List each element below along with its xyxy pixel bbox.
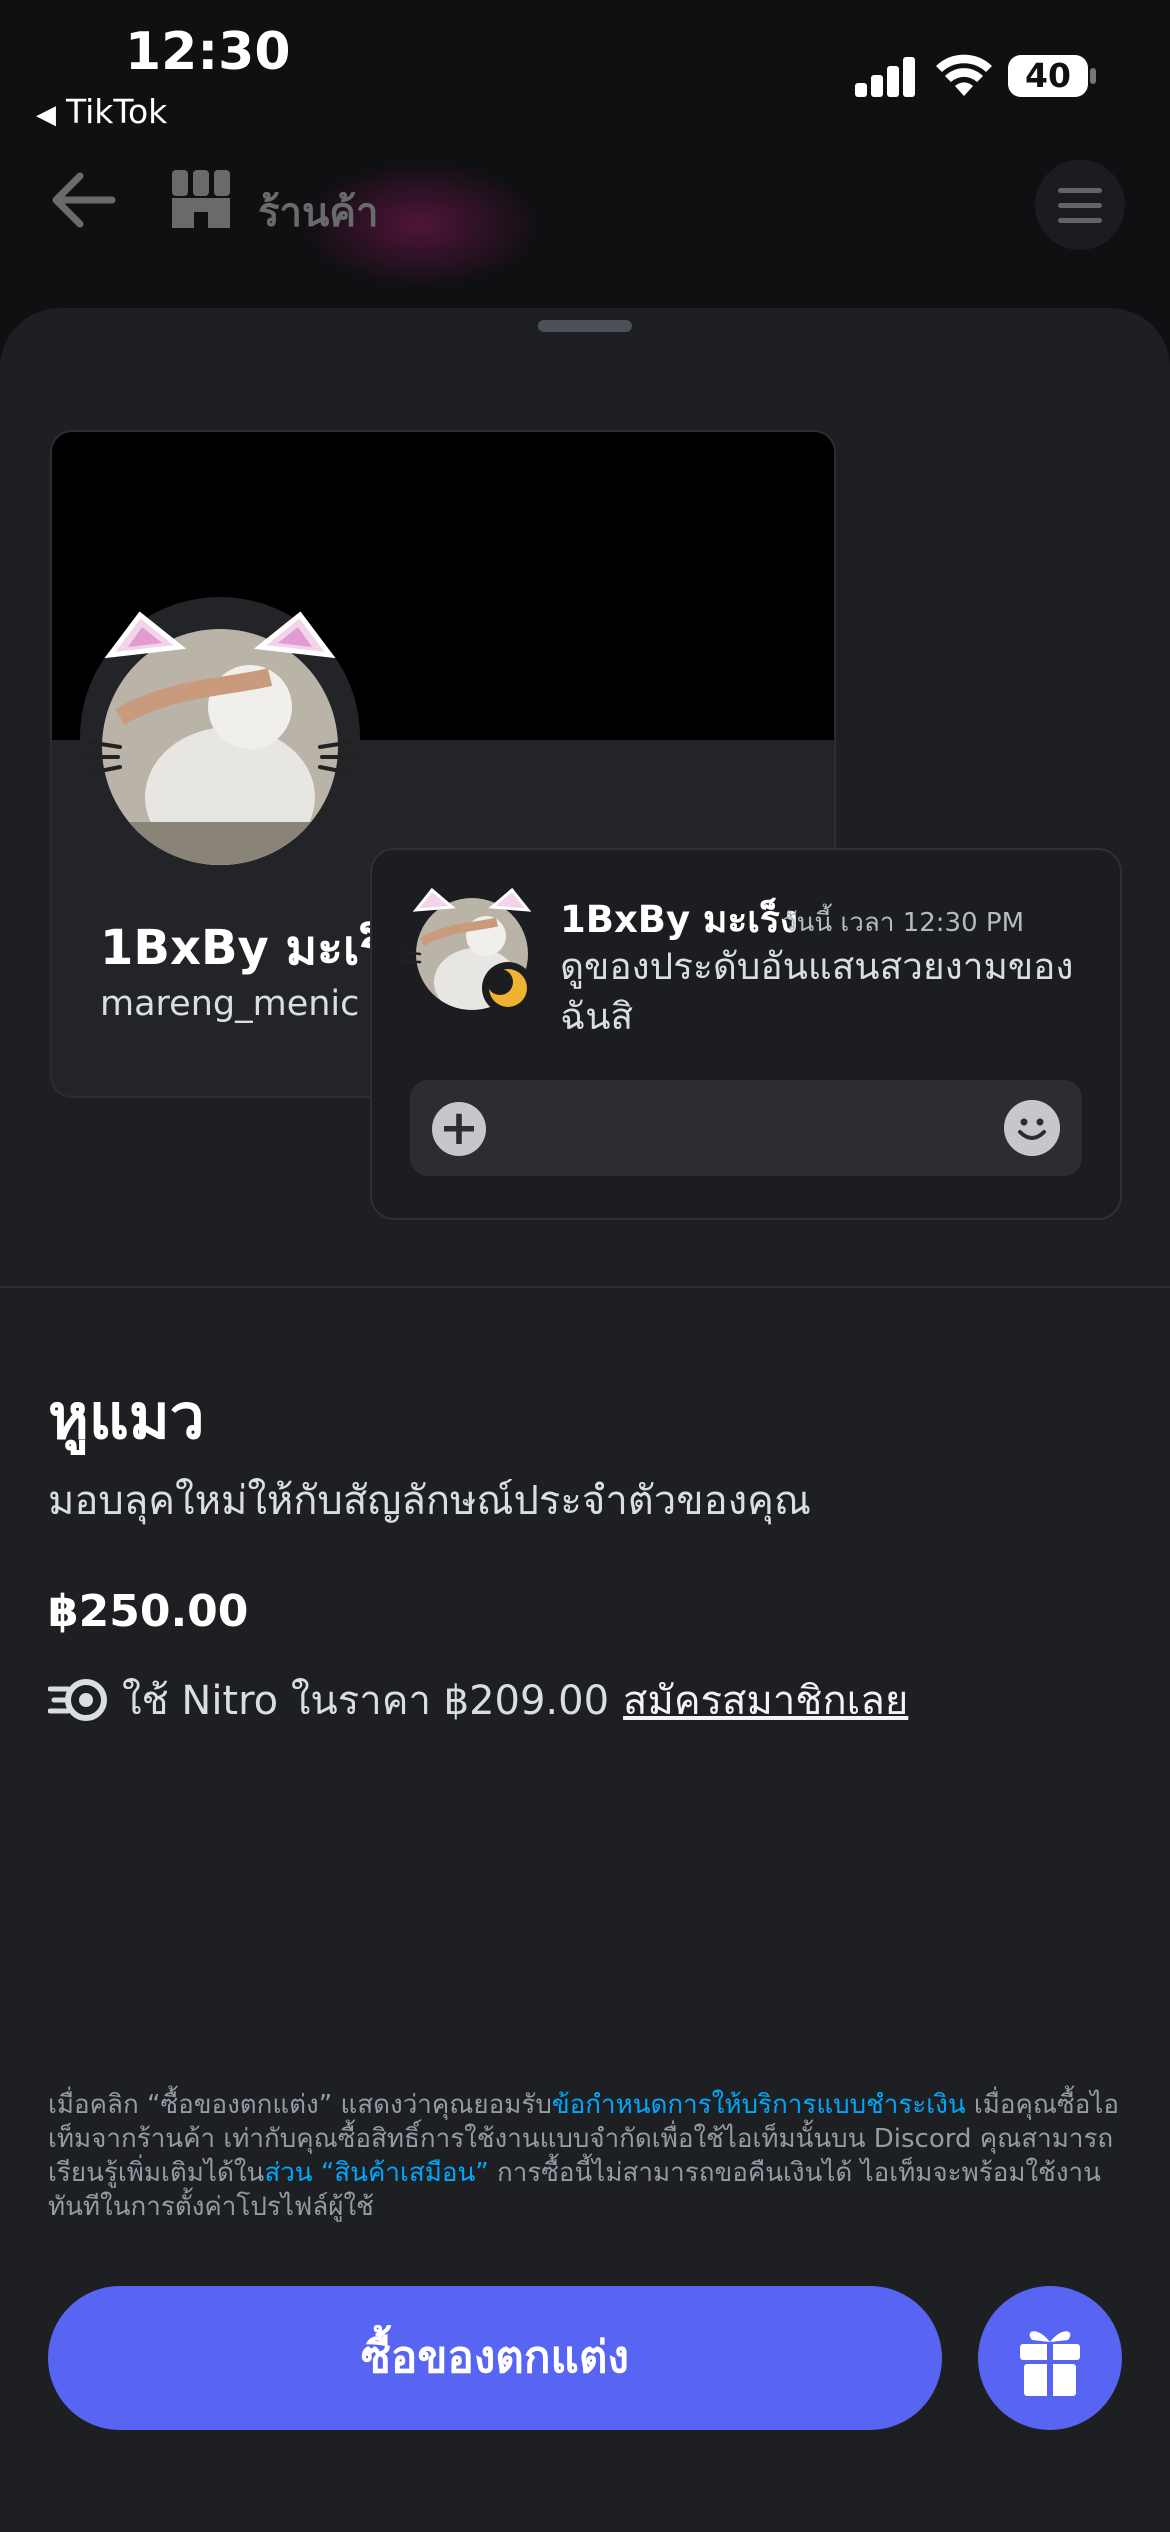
- store-header: ร้านค้า: [0, 140, 1170, 290]
- back-arrow-icon[interactable]: [48, 170, 118, 230]
- status-time: 12:30: [125, 22, 291, 82]
- buy-decoration-button[interactable]: ซื้อของตกแต่ง: [48, 2286, 942, 2430]
- message-text: ดูของประดับอันแสนสวยงามของฉันสิ: [560, 945, 1074, 1038]
- gift-button[interactable]: [978, 2286, 1122, 2430]
- section-divider: [0, 1286, 1170, 1288]
- store-icon: [172, 170, 230, 228]
- nitro-offer: ใช้ Nitro ในราคา ฿209.00 สมัครสมาชิกเลย: [48, 1668, 908, 1732]
- product-price: ฿250.00: [48, 1586, 249, 1637]
- page-title: ร้านค้า: [258, 190, 379, 236]
- nitro-price-text: ใช้ Nitro ในราคา ฿209.00: [122, 1678, 610, 1724]
- message-input-bar: +: [410, 1080, 1082, 1176]
- battery-cap: [1090, 68, 1096, 84]
- wifi-icon: [936, 54, 992, 96]
- legal-text-1: เมื่อคลิก “ซื้อของตกแต่ง” แสดงว่าคุณยอมร…: [48, 2090, 552, 2120]
- plus-icon: +: [432, 1102, 486, 1156]
- product-title: หูแมว: [48, 1380, 205, 1453]
- profile-avatar: [80, 597, 360, 877]
- nitro-icon: [48, 1679, 107, 1721]
- product-sheet: 1BxBy มะเร็ง mareng_menic 1BxBy มะเร็ง ว…: [0, 308, 1170, 2532]
- legal-disclaimer: เมื่อคลิก “ซื้อของตกแต่ง” แสดงว่าคุณยอมร…: [48, 2088, 1128, 2224]
- virtual-goods-link[interactable]: ส่วน “สินค้าเสมือน”: [264, 2158, 488, 2188]
- message-preview-card: 1BxBy มะเร็ง วันนี้ เวลา 12:30 PM ดูของป…: [370, 848, 1122, 1520]
- back-triangle-icon: ◀: [36, 100, 56, 130]
- gift-icon: [1020, 2331, 1080, 2396]
- message-avatar: [402, 882, 542, 1022]
- paid-terms-link[interactable]: ข้อกำหนดการให้บริการแบบชำระเงิน: [552, 2090, 966, 2120]
- message-author: 1BxBy มะเร็ง: [560, 898, 798, 941]
- profile-display-name: 1BxBy มะเร็ง: [100, 920, 409, 976]
- menu-button[interactable]: [1035, 160, 1125, 250]
- profile-username: mareng_menic: [100, 984, 360, 1024]
- cat-ears-decoration-icon: [84, 611, 356, 865]
- emoji-icon: [1004, 1100, 1060, 1156]
- battery-indicator: 40: [1008, 55, 1088, 97]
- sheet-grabber[interactable]: [538, 320, 632, 332]
- status-bar: 12:30 ◀ TikTok 40: [0, 0, 1170, 135]
- cellular-signal-icon: [855, 55, 917, 97]
- subscribe-link[interactable]: สมัครสมาชิกเลย: [623, 1668, 908, 1732]
- back-to-app-link[interactable]: ◀ TikTok: [36, 92, 167, 131]
- product-description: มอบลุคใหม่ให้กับสัญลักษณ์ประจำตัวของคุณ: [48, 1478, 811, 1524]
- back-app-label: TikTok: [66, 92, 168, 131]
- message-timestamp: วันนี้ เวลา 12:30 PM: [782, 908, 1024, 938]
